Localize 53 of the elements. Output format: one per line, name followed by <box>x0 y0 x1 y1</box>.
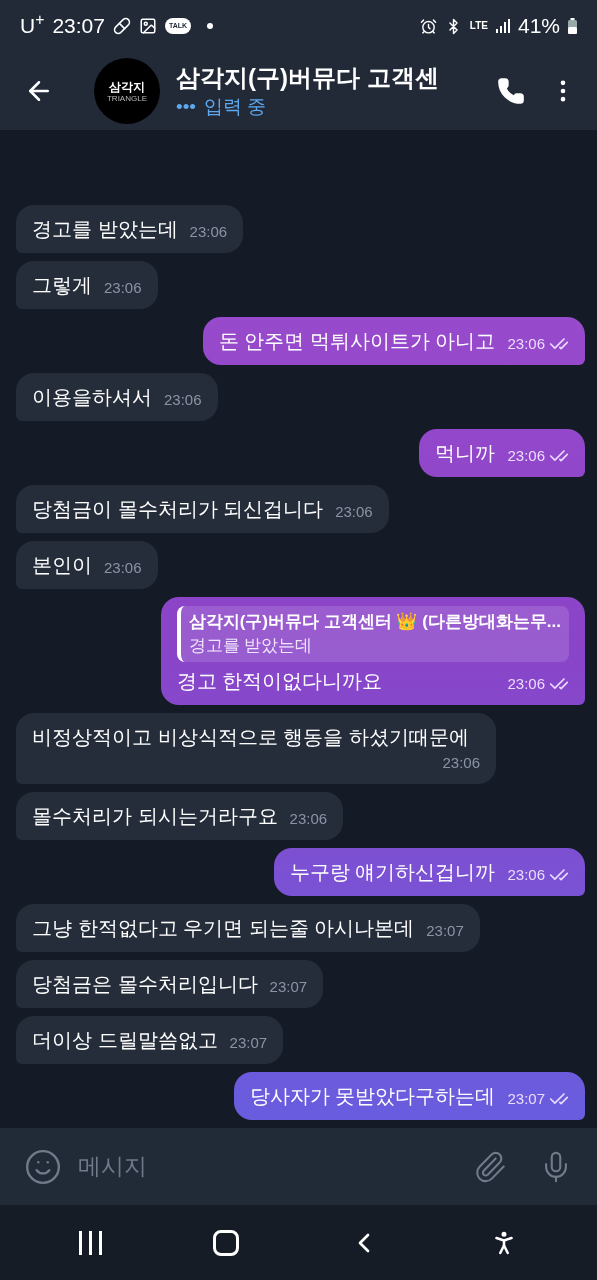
message-text: 비정상적이고 비상식적으로 행동을 하셨기때문에 <box>32 725 469 750</box>
message-text: 경고를 받았는데 <box>32 217 178 242</box>
avatar-subtext: TRIANGLE <box>107 93 147 103</box>
reply-author: 삼각지(구)버뮤다 고객센터 👑 (다른방대화는무... <box>188 611 561 633</box>
image-icon <box>138 17 157 35</box>
message-text: 그냥 한적없다고 우기면 되는줄 아시나본데 <box>32 916 415 941</box>
typing-dots: ••• <box>176 95 196 119</box>
message-text: 당사자가 못받았다구하는데 <box>249 1084 496 1109</box>
message-time: 23:06 <box>507 446 545 466</box>
message-time: 23:07 <box>269 977 308 997</box>
message-time: 23:06 <box>507 334 545 354</box>
message-time: 23:06 <box>442 753 480 773</box>
message-time: 23:06 <box>335 502 373 522</box>
chat-title: 삼각지(구)버뮤다 고객센 <box>176 63 440 93</box>
message-text: 누구랑 얘기하신겁니까 <box>289 860 496 885</box>
message-time: 23:07 <box>426 921 464 941</box>
message-text: 그렇게 <box>32 273 92 298</box>
message-text: 이용을하셔서 <box>32 385 152 410</box>
message-time: 23:07 <box>229 1033 268 1053</box>
message-text: 당첨금은 몰수처리입니다 <box>32 972 258 997</box>
recent-apps-icon[interactable] <box>78 1230 105 1255</box>
message-text: 당첨금이 몰수처리가 되신겁니다 <box>32 497 324 522</box>
emoji-icon[interactable] <box>24 1147 62 1186</box>
carrier-label: U$^{+}$ <box>20 10 45 40</box>
message-text: 먹니까 <box>435 441 496 466</box>
message-time: 23:07 <box>507 1089 545 1109</box>
pill-icon <box>112 17 131 35</box>
message-time: 23:06 <box>164 390 202 410</box>
avatar-text: 삼각지 <box>109 79 145 94</box>
phone-icon[interactable] <box>497 77 525 105</box>
message-text: 몰수처리가 되시는거라구요 <box>32 804 278 829</box>
signal-icon <box>495 19 510 33</box>
message-text: 경고 한적이없다니까요 <box>176 669 383 694</box>
message-time: 23:06 <box>104 278 142 298</box>
status-time: 23:07 <box>52 13 105 40</box>
battery-icon <box>568 18 577 34</box>
message-composer[interactable]: 메시지 <box>0 1128 597 1205</box>
message-text: 돈 안주면 먹튀사이트가 아니고 <box>218 329 496 354</box>
message-time: 23:06 <box>189 222 228 242</box>
battery-percent: 41% <box>517 13 560 40</box>
message-time: 23:06 <box>104 558 142 578</box>
message-text: 더이상 드릴말씀없고 <box>32 1028 218 1053</box>
network-label: LTE <box>469 21 488 31</box>
home-icon[interactable] <box>213 1229 240 1256</box>
message-time: 23:06 <box>289 809 328 829</box>
message-text: 본인이 <box>32 553 92 578</box>
alarm-icon <box>419 17 437 35</box>
message-time: 23:06 <box>507 865 545 885</box>
attach-icon[interactable] <box>473 1149 507 1184</box>
message-time: 23:06 <box>507 674 545 694</box>
typing-status: 입력 중 <box>203 95 267 119</box>
message-input[interactable]: 메시지 <box>78 1149 473 1184</box>
reply-text: 경고를 받았는데 <box>188 635 314 657</box>
